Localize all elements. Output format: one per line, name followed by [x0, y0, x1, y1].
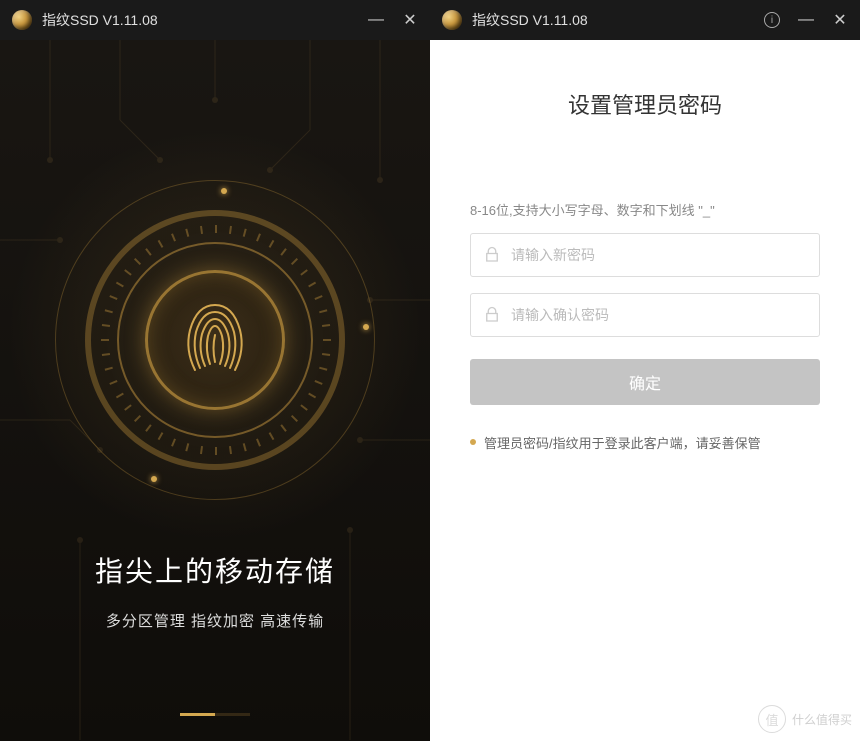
security-note: 管理员密码/指纹用于登录此客户端，请妥善保管 [470, 433, 820, 452]
app-title: 指纹SSD V1.11.08 [472, 10, 588, 30]
app-title: 指纹SSD V1.11.08 [42, 10, 158, 30]
submit-button[interactable]: 确定 [470, 359, 820, 405]
splash-subtitle: 多分区管理 指纹加密 高速传输 [0, 610, 430, 631]
password-input[interactable] [511, 247, 807, 263]
form-title: 设置管理员密码 [470, 88, 820, 120]
app-icon [12, 10, 32, 30]
app-icon [442, 10, 462, 30]
confirm-field-wrap [470, 293, 820, 337]
close-button[interactable]: ✕ [402, 10, 418, 30]
titlebar-left: 指纹SSD V1.11.08 — ✕ [0, 0, 430, 40]
watermark-text: 什么值得买 [792, 711, 852, 728]
titlebar-right: 指纹SSD V1.11.08 i — ✕ [430, 0, 860, 40]
setup-window: 指纹SSD V1.11.08 i — ✕ 设置管理员密码 8-16位,支持大小写… [430, 0, 860, 741]
password-form: 设置管理员密码 8-16位,支持大小写字母、数字和下划线 "_" 确定 管理员密… [430, 40, 860, 741]
lock-icon [483, 246, 501, 264]
password-field-wrap [470, 233, 820, 277]
splash-content: 指尖上的移动存储 多分区管理 指纹加密 高速传输 [0, 40, 430, 741]
fingerprint-emblem [55, 180, 375, 500]
watermark: 值 什么值得买 [758, 705, 852, 733]
password-hint: 8-16位,支持大小写字母、数字和下划线 "_" [470, 200, 820, 219]
fingerprint-icon [165, 290, 265, 390]
loading-progress [180, 713, 250, 716]
close-button[interactable]: ✕ [832, 10, 848, 30]
minimize-button[interactable]: — [798, 11, 814, 29]
splash-window: 指纹SSD V1.11.08 — ✕ [0, 0, 430, 741]
splash-title: 指尖上的移动存储 [0, 550, 430, 590]
info-button[interactable]: i [764, 12, 780, 28]
confirm-input[interactable] [511, 307, 807, 323]
minimize-button[interactable]: — [368, 11, 384, 29]
watermark-badge: 值 [758, 705, 786, 733]
lock-icon [483, 306, 501, 324]
